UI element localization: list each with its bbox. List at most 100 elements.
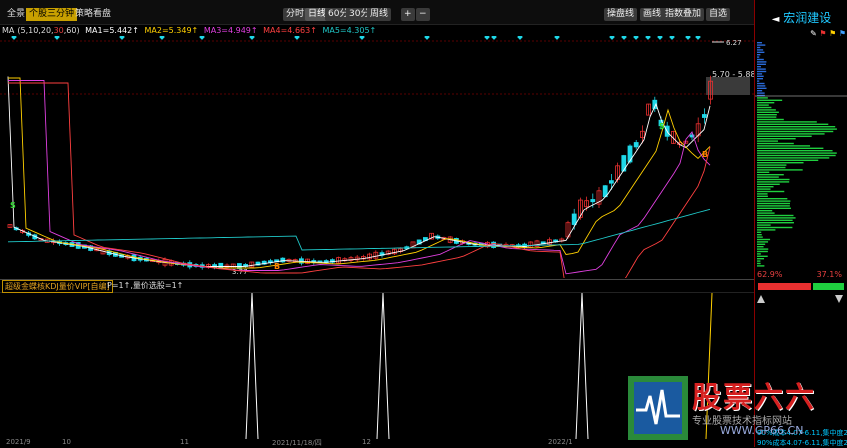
ma-param-30: 30: [54, 26, 64, 35]
price-high-label: 6.27: [726, 39, 742, 47]
profit-bar: [758, 283, 811, 290]
settings-icon[interactable]: ✎: [810, 29, 817, 38]
chip-bar: [757, 220, 793, 221]
chip-bar: [757, 88, 767, 89]
chip-bar: [757, 80, 759, 81]
ma4-value: MA4=4.663↑: [263, 26, 317, 35]
chip-bar: [757, 42, 762, 43]
signal-diamond: [491, 36, 497, 40]
chip-bar: [757, 136, 812, 137]
prev-stock-arrow[interactable]: ◄: [772, 14, 780, 25]
chip-bar: [757, 222, 794, 223]
period-weekly[interactable]: 周线: [367, 8, 391, 21]
ma1-value: MA1=5.442↑: [85, 26, 139, 35]
date-label-3: 11: [180, 438, 189, 446]
flag-blue-icon[interactable]: ⚑: [839, 29, 846, 38]
chip-bar: [757, 131, 833, 132]
tab-stock-three-minutes[interactable]: 个股三分钟: [26, 8, 77, 21]
signal-diamond: [685, 36, 691, 40]
period-intraday[interactable]: 分时: [283, 8, 307, 21]
candle: [535, 240, 539, 248]
chip-bar: [757, 184, 780, 185]
chip-bar: [757, 248, 768, 249]
watermark-logo: [628, 376, 688, 440]
chip-bar: [757, 61, 766, 62]
ma5-value: MA5=4.305↑: [322, 26, 376, 35]
chip-bar: [757, 251, 768, 252]
chip-bar: [757, 208, 791, 209]
date-label-6: 2022/1: [548, 438, 573, 446]
chip-bar: [757, 124, 828, 125]
signal-diamonds: [11, 36, 701, 40]
draw-line-button[interactable]: 画线: [640, 8, 664, 21]
chip-bar: [757, 179, 790, 180]
signal-diamond: [484, 36, 490, 40]
watermark-title: 股票六六: [692, 374, 816, 416]
chip-bar: [757, 196, 768, 197]
chip-bar: [757, 229, 775, 230]
signal-diamond: [517, 36, 523, 40]
stock-title: ◄ 宏润建设: [755, 8, 847, 28]
chip-bar: [757, 234, 762, 235]
chip-bar: [757, 73, 762, 74]
ma3-line: [8, 81, 710, 274]
chip-bar: [757, 193, 768, 194]
chip-bar: [757, 52, 764, 53]
signal-diamond: [294, 36, 300, 40]
chip-bar: [757, 232, 761, 233]
scroll-down-icon[interactable]: [835, 295, 843, 303]
scroll-up-icon[interactable]: [757, 295, 765, 303]
watermark: 股票六六 专业股票技术指标网站 WWW.GP66.CN: [628, 376, 833, 444]
ma-param-60: ,60): [64, 26, 80, 35]
ma3-value: MA3=4.949↑: [204, 26, 258, 35]
chip-bar: [757, 76, 764, 77]
chip-bar: [757, 253, 761, 254]
tab-strategy[interactable]: 策略看盘: [72, 8, 114, 21]
operation-line-button[interactable]: 操盘线: [604, 8, 637, 21]
date-label-1: 2021/9: [6, 438, 31, 446]
candle: [349, 256, 353, 262]
chip-bar: [757, 203, 790, 204]
chip-bar: [757, 138, 796, 139]
candle: [8, 224, 12, 227]
price-range-label: 5.70 - 5.88: [712, 70, 754, 79]
candle: [622, 155, 626, 172]
zoom-in-button[interactable]: +: [401, 8, 415, 21]
chip-bar: [757, 174, 784, 175]
candle: [609, 174, 613, 190]
candle: [250, 262, 254, 268]
sell-signal-1: S: [10, 201, 16, 210]
chip-bar: [757, 155, 836, 156]
chip-bar: [757, 167, 785, 168]
tab-overview[interactable]: 全景: [4, 8, 28, 21]
ma-lines-group: [8, 77, 710, 279]
signal-diamond: [633, 36, 639, 40]
index-overlay-button[interactable]: 指数叠加: [662, 8, 704, 21]
candlestick-chart[interactable]: 5.70 - 5.88 6.27 3.77 S S B B: [0, 36, 754, 278]
buy-signal-1: B: [274, 262, 280, 271]
signal-diamond: [657, 36, 663, 40]
chip-bar: [757, 145, 810, 146]
ma-label[interactable]: MA: [2, 26, 14, 35]
indicator-spike-2: [377, 293, 389, 439]
watchlist-button[interactable]: 自选: [706, 8, 730, 21]
candle: [634, 140, 638, 149]
chip-bar: [757, 92, 765, 93]
flag-icon[interactable]: ⚑: [819, 29, 826, 38]
chip-bar: [757, 85, 765, 86]
chip-bar: [757, 66, 761, 67]
flag-yellow-icon[interactable]: ⚑: [829, 29, 836, 38]
candle: [206, 263, 210, 269]
signal-diamond: [249, 36, 255, 40]
signal-diamond: [119, 36, 125, 40]
chip-bar: [757, 116, 776, 117]
chip-bar: [757, 205, 790, 206]
chip-bar: [757, 215, 793, 216]
chip-bar: [757, 64, 766, 65]
candle: [374, 250, 378, 260]
chip-bar: [757, 157, 829, 158]
candles-group: [8, 76, 713, 270]
zoom-out-button[interactable]: −: [416, 8, 430, 21]
chip-bar: [757, 121, 817, 122]
candle: [355, 255, 359, 262]
